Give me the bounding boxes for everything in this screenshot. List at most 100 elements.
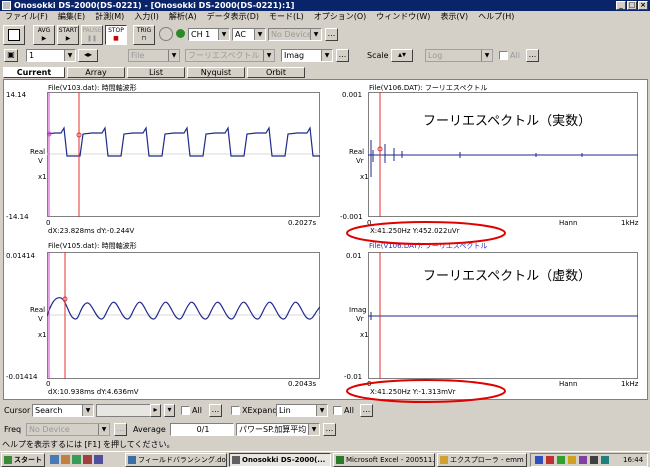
- save-button[interactable]: ▣: [4, 49, 18, 62]
- cursor-scrollbar[interactable]: [96, 404, 151, 417]
- panel1-readout: dX:23.828ms dY:-0.244V: [48, 227, 135, 235]
- panel3-ylabel: Real: [30, 306, 46, 314]
- menu-window[interactable]: ウィンドウ(W): [371, 11, 435, 23]
- scale-up-down-button[interactable]: ▴▾: [391, 49, 413, 62]
- app-logo-button[interactable]: [3, 25, 25, 45]
- taskbar-item-explorer[interactable]: エクスプローラ - emm: [437, 453, 527, 467]
- menu-view[interactable]: 表示(V): [435, 11, 473, 23]
- tab-nyquist[interactable]: Nyquist: [187, 67, 245, 78]
- tray-icon[interactable]: [535, 456, 543, 464]
- spectrum-select[interactable]: フーリエスペクトル ▼: [185, 49, 275, 62]
- device-select[interactable]: No Device ▼: [268, 28, 322, 41]
- average-more-button[interactable]: ...: [323, 423, 336, 436]
- menu-analysis[interactable]: 解析(A): [164, 11, 202, 23]
- taskbar: スタート フィールドバランシング.doc - Onosokki DS-2000(…: [0, 451, 650, 467]
- taskbar-item-word[interactable]: フィールドバランシング.doc -: [125, 453, 227, 467]
- minimize-button[interactable]: _: [616, 1, 626, 10]
- menu-help[interactable]: ヘルプ(H): [473, 11, 519, 23]
- cursor-more-button[interactable]: ...: [209, 404, 222, 417]
- system-tray: 16:44: [530, 453, 648, 467]
- pause-button[interactable]: PAUSE ❚❚: [81, 25, 103, 45]
- component-more-button[interactable]: ...: [336, 49, 349, 62]
- scroll-right-button[interactable]: ▸: [150, 404, 161, 417]
- xexpand-checkbox[interactable]: [231, 406, 240, 415]
- frame-value: 1: [29, 51, 35, 60]
- menu-mode[interactable]: モード(L): [264, 11, 309, 23]
- cursor-all-checkbox[interactable]: [181, 406, 190, 415]
- trig-button[interactable]: TRIG ⊓: [133, 25, 155, 45]
- up-down-icon: ▴▾: [397, 50, 407, 59]
- scale-more-button[interactable]: ...: [526, 49, 539, 62]
- quicklaunch-icon[interactable]: [50, 455, 59, 464]
- freq-device-value: No Device: [29, 425, 70, 434]
- volume-icon[interactable]: [590, 456, 598, 464]
- tray-icon[interactable]: [579, 456, 587, 464]
- close-button[interactable]: ×: [638, 1, 648, 10]
- panel1-plot[interactable]: [47, 92, 320, 217]
- xexpand-select[interactable]: Lin ▼: [276, 404, 328, 417]
- quicklaunch-icon[interactable]: [72, 455, 81, 464]
- arrow-right-icon: ▸: [153, 405, 158, 414]
- window-title: Onosokki DS-2000(DS-0221) - [Onosokki DS…: [14, 1, 295, 10]
- tray-icon[interactable]: [557, 456, 565, 464]
- average-count-field[interactable]: 0/1: [170, 423, 234, 436]
- task-label: Microsoft Excel - 200511..: [346, 456, 435, 464]
- freq-device-select[interactable]: No Device ▼: [26, 423, 110, 436]
- xexpand-all-checkbox[interactable]: [333, 406, 342, 415]
- tab-label: Orbit: [265, 68, 287, 77]
- start-button[interactable]: スタート: [1, 453, 45, 467]
- maximize-button[interactable]: □: [627, 1, 637, 10]
- tab-current[interactable]: Current: [3, 67, 65, 78]
- pause-icon: ❚❚: [86, 35, 98, 42]
- quicklaunch-icon[interactable]: [83, 455, 92, 464]
- panel3-xstart: 0: [46, 380, 51, 388]
- panel1-yunit: V: [38, 157, 43, 165]
- network-icon[interactable]: [601, 456, 609, 464]
- start-label: START: [58, 27, 78, 34]
- tray-icon[interactable]: [568, 456, 576, 464]
- menu-input[interactable]: 入力(I): [129, 11, 164, 23]
- average-mode-select[interactable]: パワーSP.加算平均 ▼: [236, 423, 320, 436]
- folder-icon: [440, 456, 448, 464]
- avg-button[interactable]: AVG ▶: [33, 25, 55, 45]
- channel-select[interactable]: CH 1 ▼: [188, 28, 230, 41]
- panel3-plot[interactable]: [47, 252, 320, 379]
- component-select[interactable]: Imag ▼: [281, 49, 333, 62]
- quicklaunch-icon[interactable]: [61, 455, 70, 464]
- xexpand-more-button[interactable]: ...: [360, 404, 373, 417]
- freq-more-button[interactable]: ...: [114, 423, 127, 436]
- frame-select[interactable]: 1 ▼: [26, 49, 76, 62]
- menu-bar: ファイル(F) 編集(E) 計測(M) 入力(I) 解析(A) データ表示(D) モード(L…: [0, 11, 650, 23]
- file-select[interactable]: File ▼: [128, 49, 180, 62]
- tab-orbit[interactable]: Orbit: [247, 67, 305, 78]
- device-more-button[interactable]: ...: [325, 28, 338, 41]
- more-label: ...: [325, 424, 334, 433]
- mode-toggle[interactable]: [159, 27, 173, 41]
- scale-value: Log: [428, 51, 443, 60]
- tray-icon[interactable]: [546, 456, 554, 464]
- menu-data-display[interactable]: データ表示(D): [202, 11, 264, 23]
- all-checkbox[interactable]: [499, 51, 508, 60]
- menu-options[interactable]: オプション(O): [309, 11, 372, 23]
- readout-highlight-bottom: [346, 379, 506, 403]
- stop-button[interactable]: STOP ■: [105, 25, 127, 45]
- prev-next-button[interactable]: ◂▸: [78, 49, 98, 62]
- taskbar-item-onosokki[interactable]: Onosokki DS-2000(...: [229, 453, 331, 467]
- scale-select[interactable]: Log ▼: [425, 49, 493, 62]
- menu-measure[interactable]: 計測(M): [90, 11, 129, 23]
- taskbar-item-excel[interactable]: Microsoft Excel - 200511..: [333, 453, 435, 467]
- quicklaunch-icon[interactable]: [94, 455, 103, 464]
- trig-label: TRIG: [136, 27, 152, 34]
- coupling-select[interactable]: AC ▼: [232, 28, 266, 41]
- menu-edit[interactable]: 編集(E): [53, 11, 90, 23]
- trig-icon: ⊓: [141, 35, 147, 42]
- start-button[interactable]: START ▶: [57, 25, 79, 45]
- cursor-select[interactable]: Search ▼: [32, 404, 94, 417]
- cursor-menu-button[interactable]: ▾: [164, 404, 175, 417]
- tab-array[interactable]: Array: [67, 67, 125, 78]
- more-label: ...: [338, 50, 347, 59]
- tab-list[interactable]: List: [127, 67, 185, 78]
- menu-file[interactable]: ファイル(F): [0, 11, 53, 23]
- clock[interactable]: 16:44: [623, 455, 643, 466]
- chevron-down-icon: ▼: [481, 50, 492, 61]
